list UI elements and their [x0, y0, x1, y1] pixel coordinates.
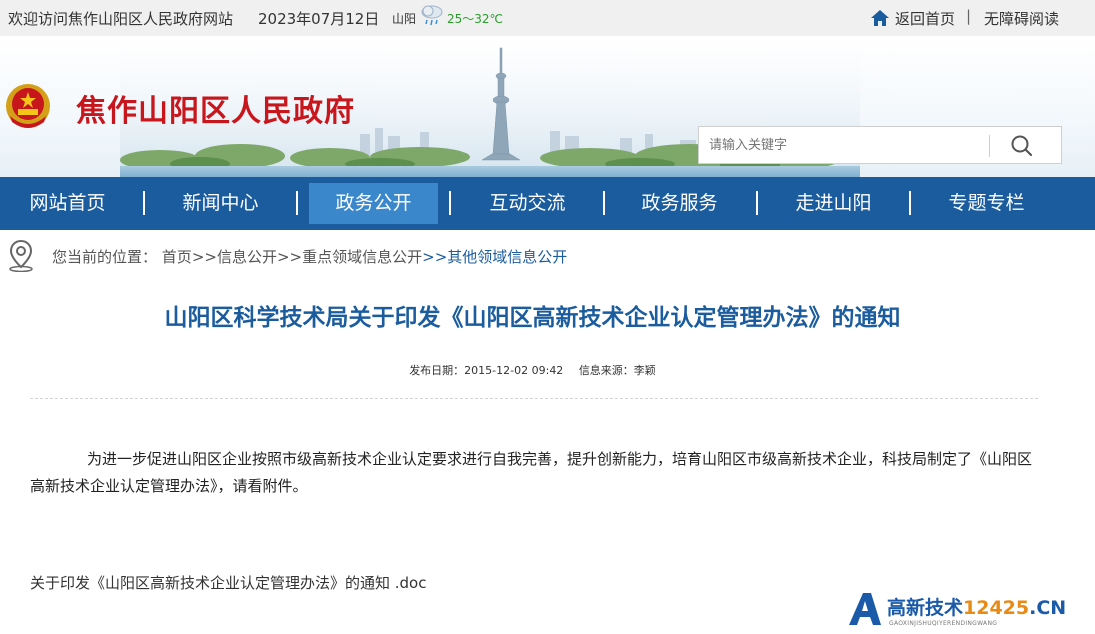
current-date: 2023年07月12日 [258, 10, 380, 28]
watermark-text-tail: .CN [1029, 597, 1067, 619]
breadcrumb-item-info[interactable]: 信息公开 [217, 248, 277, 266]
watermark-text-main: 高新技术 [887, 597, 964, 619]
site-title: 焦作山阳区人民政府 [76, 94, 355, 129]
nav-item-home[interactable]: 网站首页 [10, 177, 125, 230]
nav-item-special-topics[interactable]: 专题专栏 [929, 177, 1044, 230]
search-icon[interactable] [1007, 133, 1037, 159]
main-nav: 网站首页 新闻中心 政务公开 互动交流 政务服务 走进山阳 专题专栏 [0, 177, 1095, 230]
divider [30, 398, 1038, 399]
breadcrumb-item-key-areas[interactable]: 重点领域信息公开 [302, 248, 422, 266]
header-banner: 焦作山阳区人民政府 [0, 36, 1095, 177]
topbar-separator: | [966, 7, 972, 25]
info-source: 信息来源：李颖 [578, 364, 656, 377]
location-pin-icon [9, 239, 33, 272]
breadcrumb-prefix: 您当前的位置： [52, 248, 158, 266]
home-link[interactable]: 返回首页 [895, 8, 955, 29]
breadcrumb-separator: >> [422, 248, 448, 266]
breadcrumb-trail: 您当前的位置： 首页>>信息公开>>重点领域信息公开>>其他领域信息公开 [52, 246, 567, 267]
nav-item-about-shanyang[interactable]: 走进山阳 [776, 177, 891, 230]
search-box [698, 126, 1062, 164]
search-input[interactable] [699, 127, 989, 163]
nav-separator [756, 191, 758, 215]
watermark-text-number: 12425 [963, 597, 1030, 619]
watermark-subtext: GAOXINJISHUQIYERENDINGWANG [889, 620, 998, 627]
search-divider [989, 135, 990, 157]
nav-item-news[interactable]: 新闻中心 [163, 177, 278, 230]
accessibility-link[interactable]: 无障碍阅读 [984, 8, 1059, 29]
nav-separator [296, 191, 298, 215]
breadcrumb-item-home[interactable]: 首页 [162, 248, 192, 266]
top-bar: 欢迎访问焦作山阳区人民政府网站 2023年07月12日 山阳 25～32℃ 返回… [0, 0, 1095, 36]
watermark-logo-icon [849, 593, 881, 625]
watermark: 高新技术12425.CN GAOXINJISHUQIYERENDINGWANG [845, 587, 1095, 634]
watermark-text: 高新技术12425.CN [887, 593, 1066, 620]
breadcrumb: 您当前的位置： 首页>>信息公开>>重点领域信息公开>>其他领域信息公开 [0, 230, 1095, 280]
national-emblem-icon [6, 84, 50, 128]
article-meta: 发布日期：2015-12-02 09:42 信息来源：李颖 [0, 362, 1065, 378]
breadcrumb-item-other-areas[interactable]: 其他领域信息公开 [447, 248, 567, 266]
welcome-text: 欢迎访问焦作山阳区人民政府网站 [8, 10, 234, 28]
cloud-rain-icon [421, 5, 443, 26]
nav-separator [143, 191, 145, 215]
nav-separator [603, 191, 605, 215]
attachment-link[interactable]: 关于印发《山阳区高新技术企业认定管理办法》的通知 .doc [30, 572, 427, 593]
nav-item-gov-services[interactable]: 政务服务 [622, 177, 737, 230]
home-icon[interactable] [870, 9, 890, 27]
weather-city: 山阳 [392, 12, 417, 26]
nav-separator [909, 191, 911, 215]
breadcrumb-separator: >> [191, 248, 217, 266]
publish-date: 发布日期：2015-12-02 09:42 [409, 364, 564, 377]
nav-item-interaction[interactable]: 互动交流 [470, 177, 585, 230]
nav-item-gov-affairs[interactable]: 政务公开 [309, 183, 438, 224]
article-title: 山阳区科学技术局关于印发《山阳区高新技术企业认定管理办法》的通知 [164, 305, 901, 331]
article-body: 为进一步促进山阳区企业按照市级高新技术企业认定要求进行自我完善，提升创新能力，培… [30, 450, 1033, 495]
nav-separator [449, 191, 451, 215]
temperature: 25～32℃ [447, 12, 504, 26]
breadcrumb-separator: >> [276, 248, 303, 266]
